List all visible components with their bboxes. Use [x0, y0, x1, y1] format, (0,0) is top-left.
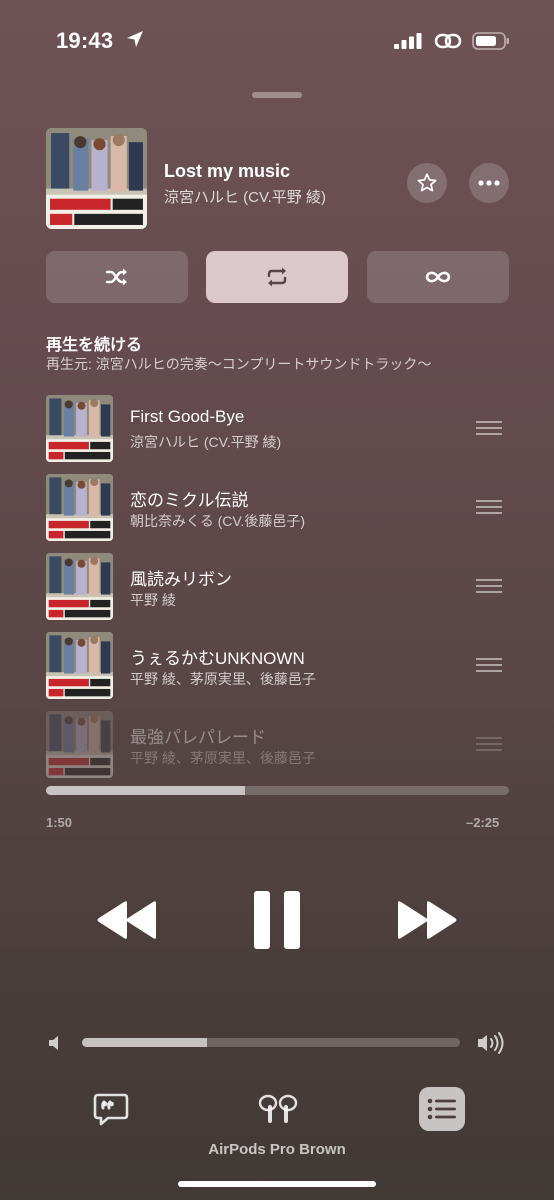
playback-scrubber[interactable]	[46, 786, 509, 795]
battery-icon	[472, 32, 509, 50]
queue-item-title: 最強パレパレード	[130, 728, 266, 747]
queue-item-artwork	[46, 632, 113, 699]
list-icon	[427, 1098, 456, 1120]
lyrics-button[interactable]	[92, 1090, 130, 1128]
pause-button[interactable]	[254, 891, 300, 949]
star-icon	[417, 173, 437, 192]
favorite-button[interactable]	[407, 163, 447, 203]
elapsed-time: 1:50	[46, 815, 73, 830]
reorder-handle-icon[interactable]	[476, 579, 502, 593]
autoplay-infinity-button[interactable]	[367, 251, 509, 303]
home-indicator[interactable]	[178, 1181, 376, 1187]
queue-item-artwork	[46, 553, 113, 620]
queue-item-artwork	[46, 395, 113, 462]
reorder-handle-icon[interactable]	[476, 658, 502, 672]
queue-item-artist: 朝比奈みくる (CV.後藤邑子)	[130, 513, 305, 529]
shuffle-button[interactable]	[46, 251, 188, 303]
more-options-button[interactable]	[469, 163, 509, 203]
ellipsis-icon	[478, 180, 500, 186]
sheet-grabber[interactable]	[252, 92, 302, 98]
reorder-handle-icon[interactable]	[476, 737, 502, 751]
shuffle-icon	[105, 268, 127, 286]
now-playing-artist[interactable]: 涼宮ハルヒ (CV.平野 綾)	[164, 186, 326, 207]
queue-item[interactable]: うぇるかむUNKNOWN 平野 綾、茅原実里、後藤邑子	[46, 632, 509, 702]
location-arrow-icon	[127, 31, 143, 47]
queue-item-artist: 平野 綾、茅原実里、後藤邑子	[130, 671, 316, 687]
album-artwork[interactable]	[46, 128, 147, 229]
infinity-icon	[425, 271, 451, 283]
volume-slider[interactable]	[82, 1038, 460, 1047]
cellular-signal-icon	[394, 33, 422, 49]
queue-item-title: 恋のミクル伝説	[130, 491, 249, 510]
output-device-label[interactable]: AirPods Pro Brown	[0, 1141, 554, 1158]
rewind-button[interactable]	[96, 900, 158, 940]
queue-item-artwork	[46, 474, 113, 541]
playback-progress-fill	[46, 786, 246, 795]
queue-item[interactable]: 恋のミクル伝説朝比奈みくる (CV.後藤邑子)	[46, 474, 509, 544]
queue-source[interactable]: 再生元: 涼宮ハルヒの完奏〜コンプリートサウンドトラック〜	[46, 354, 431, 374]
repeat-icon	[267, 267, 287, 287]
queue-button[interactable]	[419, 1087, 465, 1131]
airpods-icon[interactable]	[256, 1093, 300, 1127]
volume-level-fill	[82, 1038, 207, 1047]
queue-item-title: うぇるかむUNKNOWN	[130, 649, 305, 668]
now-playing-title: Lost my music	[164, 161, 291, 181]
queue-item-artist: 涼宮ハルヒ (CV.平野 綾)	[130, 434, 282, 450]
repeat-button[interactable]	[206, 251, 348, 303]
queue-item[interactable]: 最強パレパレード平野 綾、茅原実里、後藤邑子	[46, 711, 509, 781]
queue-section-title: 再生を続ける	[46, 337, 143, 354]
reorder-handle-icon[interactable]	[476, 421, 502, 435]
queue-item-artist: 平野 綾、茅原実里、後藤邑子	[130, 750, 316, 766]
volume-low-icon	[49, 1036, 58, 1050]
status-time: 19:43	[56, 28, 114, 53]
queue-item[interactable]: 風読みリボン 平野 綾	[46, 553, 509, 623]
queue-item[interactable]: First Good-Bye 涼宮ハルヒ (CV.平野 綾)	[46, 395, 509, 465]
queue-item-artist: 平野 綾	[130, 592, 176, 608]
fast-forward-button[interactable]	[396, 900, 458, 940]
volume-high-icon	[478, 1032, 504, 1054]
queue-item-title: 風読みリボン	[130, 570, 232, 589]
queue-item-title: First Good-Bye	[130, 407, 245, 426]
reorder-handle-icon[interactable]	[476, 500, 502, 514]
personal-hotspot-icon	[434, 33, 462, 49]
remaining-time: –2:25	[466, 815, 500, 830]
queue-item-artwork	[46, 711, 113, 778]
